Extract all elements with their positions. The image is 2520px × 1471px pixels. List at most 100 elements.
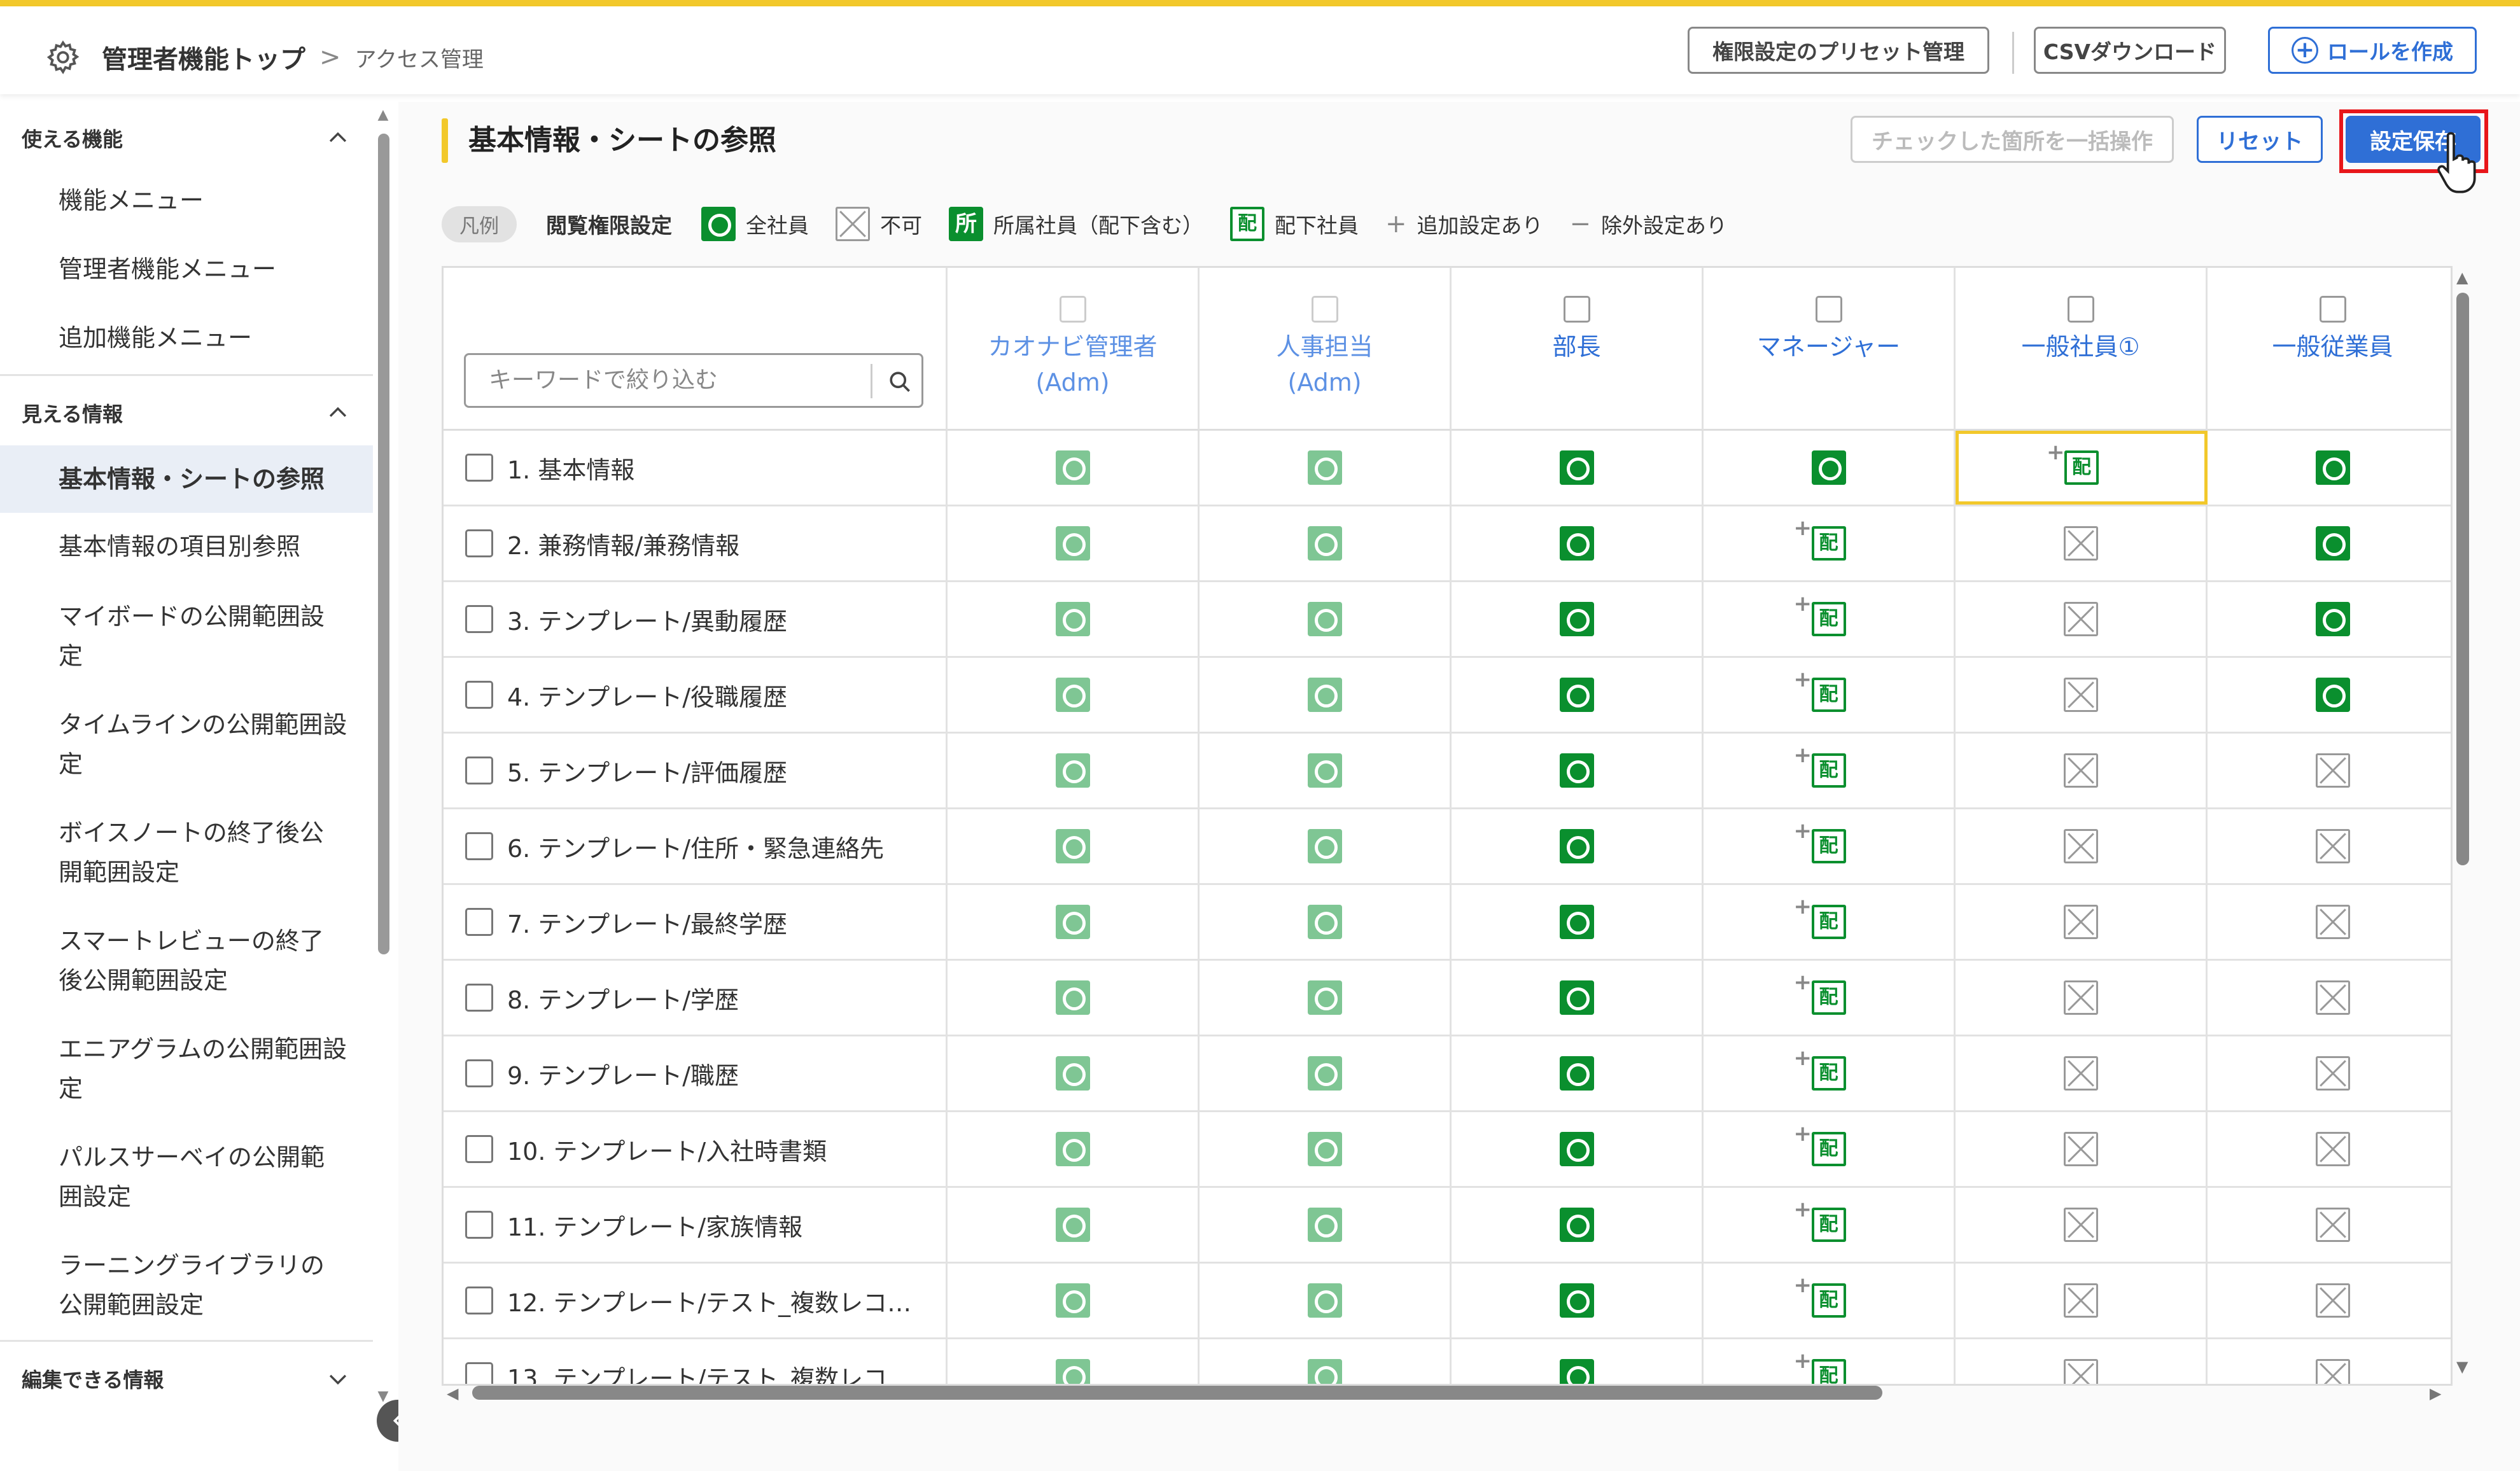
table-scroll-up-arrow[interactable]: ▲	[2456, 270, 2468, 285]
search-icon[interactable]	[886, 368, 914, 396]
role-name-link[interactable]: マネージャー	[1704, 329, 1954, 365]
permission-cell[interactable]	[1956, 1036, 2208, 1110]
reset-button[interactable]: リセット	[2197, 116, 2323, 163]
permission-cell[interactable]	[2208, 1036, 2451, 1110]
permission-cell[interactable]	[1200, 506, 1452, 580]
permission-cell[interactable]	[1956, 885, 2208, 959]
permission-cell[interactable]	[1956, 658, 2208, 732]
sidebar-item-myboard[interactable]: マイボードの公開範囲設定	[0, 597, 373, 676]
sidebar-item-smartreview[interactable]: スマートレビューの終了後公開範囲設定	[0, 921, 373, 1000]
permission-cell[interactable]	[1200, 1112, 1452, 1186]
permission-cell[interactable]	[1956, 1339, 2208, 1384]
permission-cell[interactable]	[2208, 431, 2451, 505]
role-column-checkbox[interactable]	[2067, 296, 2094, 323]
permission-cell[interactable]	[1452, 506, 1704, 580]
permission-cell[interactable]: 配 +	[1704, 1339, 1956, 1384]
sidebar-item-learning[interactable]: ラーニングライブラリの公開範囲設定	[0, 1246, 373, 1325]
permission-cell[interactable]	[1704, 431, 1956, 505]
permission-cell[interactable]	[1200, 1036, 1452, 1110]
permission-cell[interactable]	[948, 1112, 1200, 1186]
sidebar-item-enneagram[interactable]: エニアグラムの公開範囲設定	[0, 1029, 373, 1108]
permission-cell[interactable]	[1452, 658, 1704, 732]
sidebar-section-edit[interactable]: 編集できる情報	[0, 1346, 373, 1400]
permission-cell[interactable]	[2208, 582, 2451, 656]
permission-cell[interactable]: 配 +	[1704, 1188, 1956, 1262]
sidebar-item-basic-fields[interactable]: 基本情報の項目別参照	[0, 527, 373, 566]
permission-cell[interactable]	[1956, 582, 2208, 656]
permission-cell[interactable]	[948, 1339, 1200, 1384]
permission-cell[interactable]	[1956, 1264, 2208, 1337]
row-checkbox[interactable]	[465, 832, 493, 860]
permission-cell[interactable]	[2208, 506, 2451, 580]
sidebar-item-function-menu[interactable]: 機能メニュー	[0, 181, 373, 220]
table-vertical-scrollbar[interactable]	[2456, 293, 2469, 865]
role-column-checkbox[interactable]	[1563, 296, 1590, 323]
permission-cell[interactable]: 配 +	[1704, 734, 1956, 807]
row-checkbox[interactable]	[465, 1362, 493, 1384]
permission-cell[interactable]	[948, 431, 1200, 505]
permission-cell[interactable]	[1956, 1188, 2208, 1262]
permission-cell[interactable]	[2208, 961, 2451, 1035]
role-name-link[interactable]: カオナビ管理者 (Adm)	[948, 329, 1198, 400]
permission-cell[interactable]	[1452, 885, 1704, 959]
sidebar-scrollbar[interactable]	[378, 134, 389, 954]
permission-cell[interactable]	[1956, 1112, 2208, 1186]
permission-cell[interactable]	[2208, 809, 2451, 883]
permission-cell[interactable]	[1452, 1188, 1704, 1262]
role-name-link[interactable]: 一般従業員	[2208, 329, 2451, 365]
permission-cell[interactable]	[1200, 1339, 1452, 1384]
row-checkbox[interactable]	[465, 1059, 493, 1087]
csv-download-button[interactable]: CSVダウンロード	[2034, 27, 2226, 74]
permission-cell[interactable]	[1452, 1112, 1704, 1186]
row-checkbox[interactable]	[465, 1286, 493, 1314]
permission-cell[interactable]	[948, 809, 1200, 883]
permission-cell[interactable]	[1200, 961, 1452, 1035]
permission-cell[interactable]: 配 +	[1704, 582, 1956, 656]
sidebar-item-admin-menu[interactable]: 管理者機能メニュー	[0, 249, 373, 289]
role-name-link[interactable]: 部長	[1452, 329, 1702, 365]
permission-cell[interactable]: 配 +	[1704, 1112, 1956, 1186]
bulk-operation-button[interactable]: チェックした箇所を一括操作	[1851, 116, 2174, 163]
sidebar-section-view[interactable]: 見える情報	[0, 380, 373, 445]
permission-cell[interactable]	[1452, 1036, 1704, 1110]
permission-cell[interactable]: 配 +	[1704, 885, 1956, 959]
sidebar-item-extra-menu[interactable]: 追加機能メニュー	[0, 318, 373, 358]
preset-manage-button[interactable]: 権限設定のプリセット管理	[1688, 27, 1989, 74]
permission-cell[interactable]	[1200, 582, 1452, 656]
table-horizontal-scrollbar[interactable]	[472, 1386, 1882, 1400]
sidebar-item-basic-sheet[interactable]: 基本情報・シートの参照	[0, 445, 373, 513]
keyword-search-input[interactable]: キーワードで絞り込む	[464, 353, 923, 408]
table-scroll-down-arrow[interactable]: ▼	[2456, 1359, 2468, 1374]
table-scroll-right-arrow[interactable]: ▶	[2430, 1386, 2441, 1401]
permission-cell[interactable]	[1200, 1188, 1452, 1262]
sidebar-item-pulsesurvey[interactable]: パルスサーベイの公開範囲設定	[0, 1138, 373, 1217]
row-checkbox[interactable]	[465, 756, 493, 784]
permission-cell[interactable]	[948, 506, 1200, 580]
table-scroll-left-arrow[interactable]: ◀	[447, 1386, 458, 1401]
row-checkbox[interactable]	[465, 984, 493, 1012]
permission-cell[interactable]	[1200, 734, 1452, 807]
permission-cell[interactable]	[1200, 658, 1452, 732]
permission-cell[interactable]	[1452, 582, 1704, 656]
row-checkbox[interactable]	[465, 605, 493, 633]
permission-cell[interactable]	[2208, 1264, 2451, 1337]
permission-cell[interactable]	[1452, 1339, 1704, 1384]
permission-cell[interactable]	[948, 734, 1200, 807]
sidebar-item-timeline[interactable]: タイムラインの公開範囲設定	[0, 705, 373, 784]
permission-cell[interactable]	[948, 1188, 1200, 1262]
row-checkbox[interactable]	[465, 681, 493, 709]
permission-cell[interactable]	[948, 1264, 1200, 1337]
permission-cell[interactable]	[2208, 885, 2451, 959]
permission-cell[interactable]	[1956, 961, 2208, 1035]
row-checkbox[interactable]	[465, 1211, 493, 1239]
permission-cell[interactable]	[1452, 809, 1704, 883]
row-checkbox[interactable]	[465, 908, 493, 936]
permission-cell[interactable]	[2208, 734, 2451, 807]
role-column-checkbox[interactable]	[2319, 296, 2346, 323]
row-checkbox[interactable]	[465, 454, 493, 482]
permission-cell[interactable]: 配 +	[1704, 1036, 1956, 1110]
permission-cell[interactable]	[948, 582, 1200, 656]
permission-cell[interactable]	[2208, 658, 2451, 732]
permission-cell[interactable]	[1956, 809, 2208, 883]
role-name-link[interactable]: 人事担当 (Adm)	[1200, 329, 1450, 400]
